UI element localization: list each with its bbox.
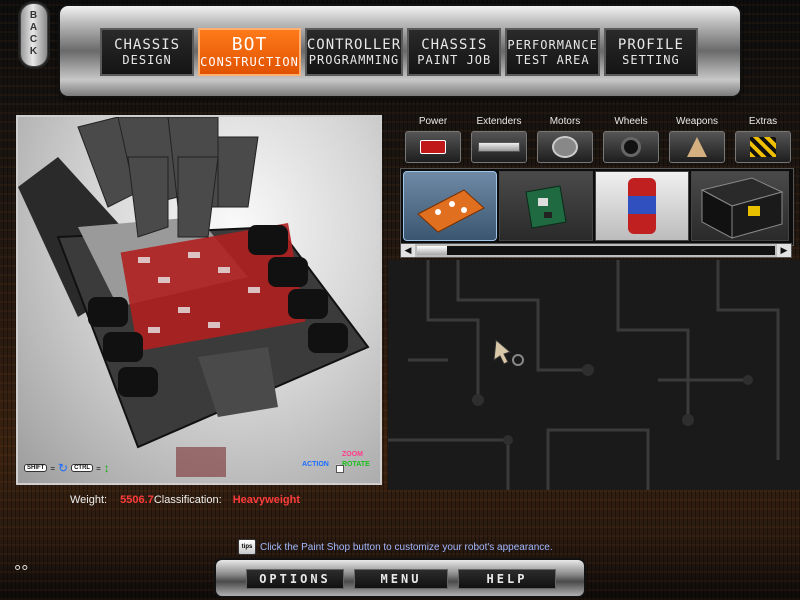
weight-value: 5506.7 [120, 494, 154, 506]
equals-symbol-icon: = [96, 463, 101, 473]
robot-model [18, 117, 370, 477]
extender-bar-icon [471, 131, 527, 163]
classification-label: Classification: [153, 494, 222, 506]
equals-symbol-icon: = [50, 463, 56, 473]
tab-chassis-paint-job[interactable]: CHASSIS PAINT JOB [407, 28, 502, 76]
part-item-circuit-board[interactable] [499, 171, 593, 241]
part-item-power-box[interactable] [691, 171, 789, 241]
shift-key: SHIFT [24, 464, 48, 472]
category-label: Power [418, 116, 448, 127]
category-label: Extenders [476, 116, 522, 127]
tab-chassis-design[interactable]: CHASSIS DESIGN [100, 28, 195, 76]
bot-stats: Weight: 5506.7Classification: Heavyweigh… [70, 494, 300, 506]
category-label: Wheels [614, 116, 648, 127]
help-button[interactable]: HELP [458, 569, 556, 589]
tab-label-line1: PERFORMANCE [507, 37, 598, 52]
category-tab-power[interactable]: Power [402, 115, 464, 165]
robot-3d-viewport[interactable]: SHIFT = ↻ CTRL = ↕ ACTION – ZOOM ROTATE [16, 115, 382, 485]
power-box-icon [700, 177, 784, 239]
tab-label-line1: PROFILE [617, 36, 684, 53]
rotate-label: ROTATE [342, 461, 370, 468]
category-tab-wheels[interactable]: Wheels [600, 115, 662, 165]
tip-message: tips Click the Paint Shop button to cust… [238, 539, 553, 555]
tab-label-line2: DESIGN [122, 52, 172, 67]
bottom-menu-bar: OPTIONS MENU HELP [216, 560, 584, 596]
tab-row: CHASSIS DESIGN BOT CONSTRUCTION CONTROLL… [100, 28, 698, 78]
circuit-board-backdrop [388, 260, 800, 490]
category-label: Extras [748, 116, 778, 127]
rotate-key-hint: SHIFT = ↻ CTRL = ↕ [24, 461, 110, 475]
vertical-arrow-icon: ↕ [103, 461, 110, 475]
category-tab-extenders[interactable]: Extenders [468, 115, 530, 165]
tab-performance-test-area[interactable]: PERFORMANCE TEST AREA [505, 28, 600, 76]
tab-label-line1: BOT [231, 33, 268, 55]
tab-bot-construction[interactable]: BOT CONSTRUCTION [198, 28, 301, 76]
tab-label-line1: CHASSIS [421, 36, 488, 53]
tab-controller-programming[interactable]: CONTROLLER PROGRAMMING [304, 28, 404, 76]
rotate-arrow-icon: ↻ [58, 461, 69, 475]
part-item-orange-battery[interactable] [403, 171, 497, 241]
tab-label-line1: CHASSIS [114, 36, 181, 53]
scroll-track[interactable] [417, 246, 775, 255]
category-tab-motors[interactable]: Motors [534, 115, 596, 165]
mouse-control-hint: ACTION – ZOOM ROTATE [302, 451, 376, 473]
weight-label: Weight: [70, 494, 108, 506]
top-navigation: BACK CHASSIS DESIGN BOT CONSTRUCTION CON… [0, 0, 800, 108]
tab-label-line2: SETTING [622, 52, 680, 67]
ctrl-key: CTRL [71, 464, 94, 472]
category-label: Weapons [675, 116, 719, 127]
back-label: BACK [29, 10, 39, 57]
category-tab-extras[interactable]: Extras [732, 115, 794, 165]
category-tab-weapons[interactable]: Weapons [666, 115, 728, 165]
part-item-canister-battery[interactable] [595, 171, 689, 241]
options-button[interactable]: OPTIONS [246, 569, 344, 589]
tip-text: Click the Paint Shop button to customize… [260, 541, 553, 553]
tab-label-line2: PAINT JOB [417, 52, 492, 67]
action-label: ACTION [302, 461, 329, 468]
tab-label-line2: CONSTRUCTION [200, 54, 299, 69]
battery-icon [405, 131, 461, 163]
parts-scrollbar[interactable]: ◀ ▶ [400, 243, 792, 258]
weapon-icon [669, 131, 725, 163]
scroll-right-arrow-icon[interactable]: ▶ [777, 244, 791, 257]
part-items-strip [400, 168, 794, 246]
tab-label-line2: PROGRAMMING [308, 52, 400, 67]
tips-icon: tips [238, 539, 256, 555]
wheel-icon [603, 131, 659, 163]
circuit-board-icon [525, 185, 567, 229]
classification-value: Heavyweight [232, 494, 300, 506]
scroll-thumb[interactable] [417, 246, 447, 255]
tab-profile-setting[interactable]: PROFILE SETTING [603, 28, 698, 76]
tab-label-line1: CONTROLLER [306, 36, 402, 53]
hazard-stripe-icon [735, 131, 791, 163]
tab-label-line2: TEST AREA [515, 52, 590, 67]
loading-dots-icon: °° [14, 562, 29, 582]
orange-battery-pack-icon [417, 189, 485, 233]
scroll-left-arrow-icon[interactable]: ◀ [401, 244, 415, 257]
menu-button[interactable]: MENU [354, 569, 448, 589]
mouse-icon [336, 465, 344, 473]
canister-battery-icon [628, 178, 656, 234]
part-category-tabs: Power Extenders Motors Wheels Weapons Ex… [402, 115, 792, 167]
zoom-label: ZOOM [342, 451, 363, 458]
category-label: Motors [549, 116, 581, 127]
back-button[interactable]: BACK [20, 3, 48, 67]
robot-shadow-logo [176, 447, 226, 477]
motor-icon [537, 131, 593, 163]
